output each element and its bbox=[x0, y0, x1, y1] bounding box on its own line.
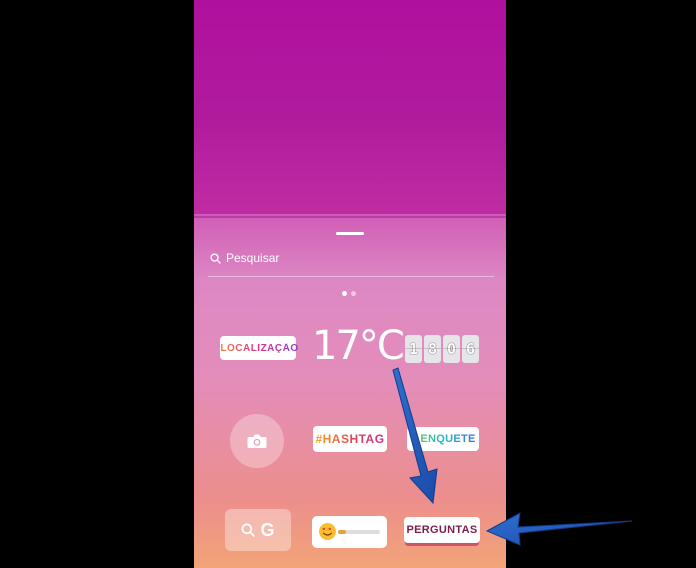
phone-screen: Pesquisar LOCALIZAÇÃO 17°C 1 8 0 6 #HASH… bbox=[194, 0, 506, 568]
arrow-annotation-left bbox=[485, 512, 633, 546]
page-dot bbox=[351, 291, 356, 296]
page-indicator bbox=[342, 291, 356, 296]
slider-track bbox=[338, 530, 380, 534]
heart-eyes-emoji-icon bbox=[319, 523, 336, 540]
search-icon bbox=[242, 523, 256, 537]
hashtag-sticker[interactable]: #HASHTAG bbox=[313, 426, 387, 452]
temperature-sticker[interactable]: 17°C bbox=[312, 322, 405, 370]
questions-label: PERGUNTAS bbox=[406, 524, 478, 536]
location-sticker[interactable]: LOCALIZAÇÃO bbox=[220, 336, 299, 360]
page-dot-active bbox=[342, 291, 347, 296]
questions-sticker[interactable]: PERGUNTAS bbox=[404, 517, 480, 543]
camera-icon bbox=[247, 434, 267, 448]
clock-sticker[interactable]: 1 8 0 6 bbox=[405, 335, 479, 363]
divider bbox=[208, 276, 494, 277]
tray-drag-handle[interactable] bbox=[336, 232, 364, 235]
camera-sticker-button[interactable] bbox=[230, 414, 284, 468]
poll-sticker[interactable]: ≡ ENQUETE bbox=[407, 427, 479, 451]
story-canvas bbox=[194, 0, 506, 216]
poll-label: ≡ ENQUETE bbox=[410, 433, 476, 445]
emoji-slider-sticker[interactable] bbox=[312, 516, 387, 548]
clock-digit: 8 bbox=[424, 335, 441, 363]
location-label: LOCALIZAÇÃO bbox=[220, 342, 299, 354]
hashtag-label: #HASHTAG bbox=[315, 432, 385, 446]
gif-label: G bbox=[260, 519, 275, 540]
search-input[interactable]: Pesquisar bbox=[226, 251, 279, 265]
clock-digit: 1 bbox=[405, 335, 422, 363]
clock-digit: 6 bbox=[462, 335, 479, 363]
clock-digit: 0 bbox=[443, 335, 460, 363]
search-bar[interactable]: Pesquisar bbox=[210, 249, 279, 267]
gif-sticker-button[interactable]: G bbox=[225, 509, 291, 551]
search-icon bbox=[210, 252, 221, 264]
